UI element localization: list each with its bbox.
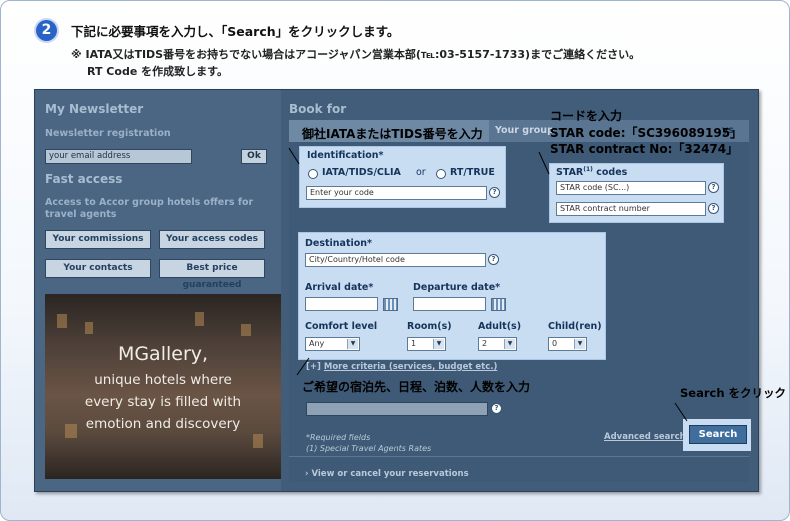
instruction-frame: 2 下記に必要事項を入力し、「Search」をクリックします。 ※ IATA又は…: [0, 0, 790, 521]
annotation-pointer-lines: [288, 147, 688, 422]
step-number-badge: 2: [36, 20, 57, 41]
booking-screenshot: My Newsletter Newsletter registration yo…: [34, 89, 786, 492]
note-line-2: RT Code を作成致します。: [87, 65, 229, 78]
note-line-1: ※ IATA又はTIDS番号をお持ちでない場合はアコージャパン営業本部(℡:03…: [71, 48, 641, 61]
step-title: 下記に必要事項を入力し、「Search」をクリックします。: [71, 24, 400, 39]
